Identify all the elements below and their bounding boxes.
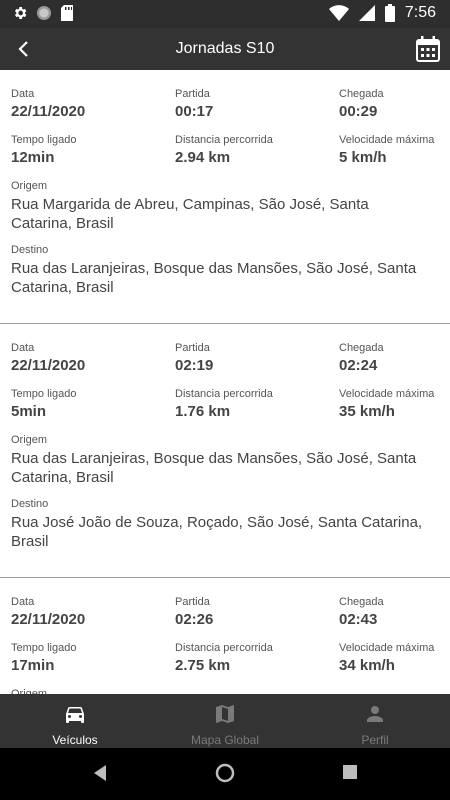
date-label: Data bbox=[11, 342, 35, 354]
battery-icon bbox=[384, 4, 395, 22]
date-cell: Data 22/11/2020 bbox=[11, 596, 85, 628]
time-on-label: Tempo ligado bbox=[11, 642, 77, 654]
max-speed-value: 34 km/h bbox=[339, 657, 395, 674]
departure-cell: Partida 02:19 bbox=[175, 342, 213, 374]
date-value: 22/11/2020 bbox=[11, 103, 86, 120]
date-value: 22/11/2020 bbox=[11, 611, 86, 628]
calendar-icon[interactable] bbox=[416, 36, 440, 62]
time-on-value: 12min bbox=[11, 149, 55, 166]
trip-card[interactable]: Data 22/11/2020 Partida 02:19 Chegada 02… bbox=[0, 324, 450, 578]
departure-value: 02:19 bbox=[175, 357, 214, 374]
distance-label: Distancia percorrida bbox=[175, 388, 273, 400]
app-bar: Jornadas S10 bbox=[0, 28, 450, 70]
arrival-cell: Chegada 02:43 bbox=[339, 596, 384, 628]
departure-label: Partida bbox=[175, 88, 210, 100]
tab-profile-label: Perfil bbox=[361, 733, 389, 747]
date-cell: Data 22/11/2020 bbox=[11, 88, 85, 120]
tab-vehicles[interactable]: Veículos bbox=[0, 694, 150, 748]
destination-value: Rua José João de Souza, Roçado, São José… bbox=[11, 514, 423, 550]
max-speed-cell: Velocidade máxima 5 km/h bbox=[339, 134, 434, 166]
signal-icon bbox=[358, 5, 375, 21]
date-label: Data bbox=[11, 88, 35, 100]
arrival-value: 00:29 bbox=[339, 103, 378, 120]
max-speed-value: 35 km/h bbox=[339, 403, 395, 420]
arrival-value: 02:43 bbox=[339, 611, 378, 628]
tab-profile[interactable]: Perfil bbox=[300, 694, 450, 748]
time-on-cell: Tempo ligado 12min bbox=[11, 134, 76, 166]
home-circle-icon[interactable] bbox=[215, 763, 235, 788]
origin-label: Origem bbox=[11, 434, 48, 446]
date-value: 22/11/2020 bbox=[11, 357, 86, 374]
destination-cell: Destino Rua das Laranjeiras, Bosque das … bbox=[11, 244, 431, 297]
date-label: Data bbox=[11, 596, 35, 608]
tab-global-map-label: Mapa Global bbox=[190, 733, 260, 747]
destination-label: Destino bbox=[11, 498, 49, 510]
arrival-cell: Chegada 00:29 bbox=[339, 88, 384, 120]
map-icon bbox=[212, 702, 238, 731]
arrival-label: Chegada bbox=[339, 88, 384, 100]
origin-cell: Origem Rua das Laranjeiras, Bosque das M… bbox=[11, 434, 431, 487]
car-icon bbox=[62, 702, 88, 731]
time-on-value: 17min bbox=[11, 657, 55, 674]
departure-cell: Partida 02:26 bbox=[175, 596, 213, 628]
arrival-label: Chegada bbox=[339, 342, 384, 354]
distance-cell: Distancia percorrida 1.76 km bbox=[175, 388, 273, 420]
wifi-icon bbox=[328, 5, 349, 21]
destination-cell: Destino Rua José João de Souza, Roçado, … bbox=[11, 498, 431, 551]
origin-value: Rua Margarida de Abreu, Campinas, São Jo… bbox=[11, 196, 369, 232]
clock-text: 7:56 bbox=[404, 4, 436, 21]
arrival-label: Chegada bbox=[339, 596, 384, 608]
departure-label: Partida bbox=[175, 596, 210, 608]
tab-global-map[interactable]: Mapa Global bbox=[150, 694, 300, 748]
time-on-cell: Tempo ligado 5min bbox=[11, 388, 76, 420]
distance-value: 2.75 km bbox=[175, 657, 231, 674]
departure-value: 00:17 bbox=[175, 103, 214, 120]
tab-vehicles-label: Veículos bbox=[52, 733, 98, 747]
page-title: Jornadas S10 bbox=[175, 40, 275, 57]
time-on-value: 5min bbox=[11, 403, 47, 420]
max-speed-cell: Velocidade máxima 34 km/h bbox=[339, 642, 434, 674]
arrival-value: 02:24 bbox=[339, 357, 378, 374]
origin-cell: Origem Rua Margarida de Abreu, Campinas,… bbox=[11, 180, 431, 233]
departure-cell: Partida 00:17 bbox=[175, 88, 213, 120]
max-speed-value: 5 km/h bbox=[339, 149, 387, 166]
distance-cell: Distancia percorrida 2.75 km bbox=[175, 642, 273, 674]
max-speed-label: Velocidade máxima bbox=[339, 642, 435, 654]
person-icon bbox=[362, 702, 388, 731]
distance-value: 2.94 km bbox=[175, 149, 231, 166]
max-speed-cell: Velocidade máxima 35 km/h bbox=[339, 388, 434, 420]
trip-card[interactable]: Data 22/11/2020 Partida 02:26 Chegada 02… bbox=[0, 578, 450, 694]
origin-label: Origem bbox=[11, 180, 48, 192]
distance-value: 1.76 km bbox=[175, 403, 231, 420]
recents-square-icon[interactable] bbox=[342, 764, 358, 785]
date-cell: Data 22/11/2020 bbox=[11, 342, 85, 374]
departure-label: Partida bbox=[175, 342, 210, 354]
settings-icon bbox=[12, 5, 28, 21]
time-on-label: Tempo ligado bbox=[11, 134, 77, 146]
destination-value: Rua das Laranjeiras, Bosque das Mansões,… bbox=[11, 260, 417, 296]
departure-value: 02:26 bbox=[175, 611, 214, 628]
max-speed-label: Velocidade máxima bbox=[339, 388, 435, 400]
system-navigation-bar bbox=[0, 748, 450, 800]
trip-list[interactable]: Data 22/11/2020 Partida 00:17 Chegada 00… bbox=[0, 70, 450, 694]
back-triangle-icon[interactable] bbox=[92, 764, 108, 787]
max-speed-label: Velocidade máxima bbox=[339, 134, 435, 146]
sd-card-icon bbox=[60, 5, 74, 21]
bottom-navigation: Veículos Mapa Global Perfil bbox=[0, 694, 450, 748]
time-on-cell: Tempo ligado 17min bbox=[11, 642, 76, 674]
status-bar: 7:56 bbox=[0, 0, 450, 28]
distance-cell: Distancia percorrida 2.94 km bbox=[175, 134, 273, 166]
time-on-label: Tempo ligado bbox=[11, 388, 77, 400]
distance-label: Distancia percorrida bbox=[175, 642, 273, 654]
origin-value: Rua das Laranjeiras, Bosque das Mansões,… bbox=[11, 450, 417, 486]
circle-icon bbox=[36, 5, 52, 21]
trip-card[interactable]: Data 22/11/2020 Partida 00:17 Chegada 00… bbox=[0, 70, 450, 324]
destination-label: Destino bbox=[11, 244, 49, 256]
arrival-cell: Chegada 02:24 bbox=[339, 342, 384, 374]
distance-label: Distancia percorrida bbox=[175, 134, 273, 146]
